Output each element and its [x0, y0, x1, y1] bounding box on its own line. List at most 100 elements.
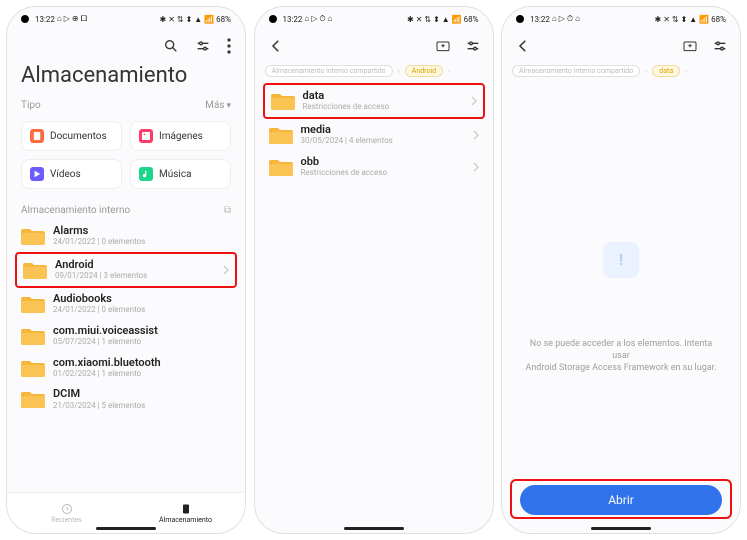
folder-row[interactable]: com.xiaomi.bluetooth01/02/2024 | 1 eleme… — [15, 352, 237, 384]
page-title: Almacenamiento — [7, 63, 245, 94]
chevron-right-icon: › — [398, 67, 400, 75]
folder-meta: 05/07/2024 | 1 elemento — [53, 338, 231, 347]
status-bar: 13:22 ⌂ ▷ ⏱ ⌂ ✱ ✕ ⇅ ⬍ ▲ 📶 68% — [255, 7, 493, 29]
chevron-down-icon: ▾ — [226, 101, 231, 111]
chevron-right-icon: › — [645, 67, 647, 75]
open-button[interactable]: Abrir — [520, 485, 722, 515]
chevron-right-icon: › — [448, 67, 450, 75]
toolbar — [502, 29, 740, 63]
folder-meta: 24/01/2022 | 0 elementos — [53, 238, 231, 247]
folder-icon — [21, 294, 45, 314]
folder-name: media — [301, 124, 473, 136]
folder-row[interactable]: dataRestricciones de acceso — [263, 83, 485, 119]
back-icon[interactable] — [514, 37, 532, 55]
folder-icon — [21, 389, 45, 409]
chevron-right-icon — [471, 96, 477, 106]
gesture-handle[interactable] — [96, 527, 156, 530]
folder-list: Alarms24/01/2022 | 0 elementosAndroid09/… — [7, 220, 245, 415]
phone-android-folder: 13:22 ⌂ ▷ ⏱ ⌂ ✱ ✕ ⇅ ⬍ ▲ 📶 68% Almacenami… — [254, 6, 494, 534]
breadcrumb-item[interactable]: Android — [405, 65, 443, 77]
open-external-icon[interactable]: ⧉ — [224, 205, 231, 216]
chevron-right-icon — [223, 265, 229, 275]
folder-row[interactable]: com.miui.voiceassist05/07/2024 | 1 eleme… — [15, 320, 237, 352]
filter-icon[interactable] — [712, 38, 728, 54]
doc-icon — [30, 129, 44, 143]
front-camera-dot — [269, 15, 277, 23]
search-icon[interactable] — [163, 38, 179, 54]
folder-name: DCIM — [53, 388, 231, 400]
type-music[interactable]: Música — [130, 159, 231, 189]
folder-icon — [21, 358, 45, 378]
gesture-handle[interactable] — [344, 527, 404, 530]
breadcrumb-item[interactable]: Almacenamiento interno compartido — [265, 65, 393, 77]
status-time: 13:22 — [530, 15, 550, 24]
folder-icon — [269, 125, 293, 145]
type-grid: Documentos Imágenes Vídeos Música — [7, 117, 245, 197]
folder-row[interactable]: media30/05/2024 | 4 elementos — [263, 119, 485, 151]
folder-name: obb — [301, 156, 473, 168]
empty-state: ! No se puede acceder a los elementos. I… — [502, 83, 740, 533]
folder-name: com.miui.voiceassist — [53, 325, 231, 337]
folder-meta: 09/01/2024 | 3 elementos — [55, 272, 223, 281]
chevron-right-icon — [473, 130, 479, 140]
status-left-icons: ⌂ ▷ ⏱ ⌂ — [304, 14, 332, 24]
status-time: 13:22 — [35, 15, 55, 24]
type-docs[interactable]: Documentos — [21, 121, 122, 151]
filter-icon[interactable] — [195, 38, 211, 54]
folder-meta: 21/03/2024 | 5 elementos — [53, 402, 231, 411]
chevron-right-icon — [473, 162, 479, 172]
status-bar: 13:22 ⌂ ▷ ⊕ 🞑 ✱ ✕ ⇅ ⬍ ▲ 📶 68% — [7, 7, 245, 29]
folder-name: Alarms — [53, 225, 231, 237]
music-icon — [139, 167, 153, 181]
gesture-handle[interactable] — [591, 527, 651, 530]
type-label-text: Vídeos — [50, 169, 81, 180]
folder-name: com.xiaomi.bluetooth — [53, 357, 231, 369]
status-time: 13:22 — [283, 15, 303, 24]
new-folder-icon[interactable] — [682, 38, 698, 54]
empty-line2: Android Storage Access Framework en su l… — [525, 363, 716, 373]
highlight-box: Abrir — [510, 479, 732, 519]
image-icon — [139, 129, 153, 143]
folder-row[interactable]: obbRestricciones de acceso — [263, 151, 485, 183]
tab-label: Almacenamiento — [159, 516, 212, 524]
chevron-right-icon: › — [685, 67, 687, 75]
folder-icon — [21, 326, 45, 346]
clock-icon — [61, 503, 73, 515]
tab-label: Recientes — [51, 516, 82, 524]
new-folder-icon[interactable] — [435, 38, 451, 54]
type-more: Más — [205, 100, 224, 111]
folder-row[interactable]: Android09/01/2024 | 3 elementos — [15, 252, 237, 288]
front-camera-dot — [21, 15, 29, 23]
toolbar — [255, 29, 493, 63]
status-right-icons: ✱ ✕ ⇅ ⬍ ▲ 📶 68% — [655, 15, 726, 24]
folder-name: Audiobooks — [53, 293, 231, 305]
back-icon[interactable] — [267, 37, 285, 55]
filter-icon[interactable] — [465, 38, 481, 54]
folder-icon — [21, 226, 45, 246]
status-left-icons: ⌂ ▷ ⊕ 🞑 — [57, 14, 87, 24]
breadcrumb: Almacenamiento interno compartido › data › — [502, 63, 740, 83]
folder-meta: Restricciones de acceso — [303, 103, 471, 112]
alert-icon: ! — [603, 242, 639, 278]
folder-name: Android — [55, 259, 223, 271]
folder-meta: 30/05/2024 | 4 elementos — [301, 137, 473, 146]
type-label-text: Música — [159, 169, 192, 180]
phone-storage-root: 13:22 ⌂ ▷ ⊕ 🞑 ✱ ✕ ⇅ ⬍ ▲ 📶 68% Almacenami… — [6, 6, 246, 534]
status-right-icons: ✱ ✕ ⇅ ⬍ ▲ 📶 68% — [407, 15, 478, 24]
type-images[interactable]: Imágenes — [130, 121, 231, 151]
more-icon[interactable] — [227, 38, 231, 54]
status-left-icons: ⌂ ▷ ⏱ ⌂ — [552, 14, 580, 24]
folder-list: dataRestricciones de accesomedia30/05/20… — [255, 83, 493, 183]
folder-row[interactable]: Audiobooks24/01/2022 | 0 elementos — [15, 288, 237, 320]
folder-row[interactable]: DCIM 21/03/2024 | 5 elementos — [15, 383, 237, 415]
breadcrumb-item[interactable]: data — [652, 65, 680, 77]
status-bar: 13:22 ⌂ ▷ ⏱ ⌂ ✱ ✕ ⇅ ⬍ ▲ 📶 68% — [502, 7, 740, 29]
phone-data-folder: 13:22 ⌂ ▷ ⏱ ⌂ ✱ ✕ ⇅ ⬍ ▲ 📶 68% Almacenami… — [501, 6, 741, 534]
folder-row[interactable]: Alarms24/01/2022 | 0 elementos — [15, 220, 237, 252]
type-videos[interactable]: Vídeos — [21, 159, 122, 189]
folder-name: data — [303, 90, 471, 102]
breadcrumb-item[interactable]: Almacenamiento interno compartido — [512, 65, 640, 77]
folder-icon — [271, 91, 295, 111]
type-filter-row[interactable]: Tipo Más▾ — [7, 94, 245, 117]
folder-icon — [269, 157, 293, 177]
